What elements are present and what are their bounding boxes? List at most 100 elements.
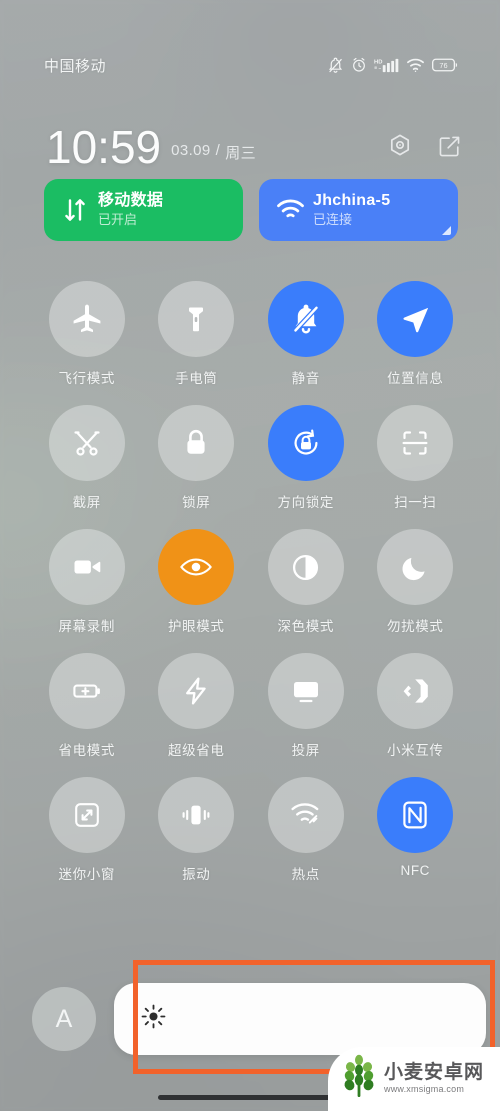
- toggle-rotation-lock[interactable]: 方向锁定: [251, 405, 361, 511]
- vibrate-icon: [179, 798, 213, 832]
- rotation-lock-icon: [289, 426, 323, 460]
- battery-icon: 76: [432, 58, 458, 72]
- screenshot-icon: [71, 427, 103, 459]
- wifi-icon: [273, 198, 307, 222]
- toggle-label: 投屏: [291, 743, 320, 758]
- toggle-circle: [267, 529, 344, 605]
- toggle-label: 扫一扫: [394, 495, 437, 510]
- lock-icon: [180, 427, 212, 459]
- mobile-data-card[interactable]: 移动数据 已开启: [44, 179, 243, 241]
- toggle-label: 小米互传: [387, 743, 444, 758]
- toggle-battery-saver[interactable]: 省电模式: [32, 653, 142, 759]
- bolt-icon: [180, 675, 212, 707]
- clock-actions: [387, 133, 462, 164]
- toggle-circle: [158, 653, 235, 729]
- toggle-screen-record[interactable]: 屏幕录制: [32, 529, 142, 635]
- svg-text:HD: HD: [374, 59, 382, 65]
- nfc-icon: [398, 798, 432, 832]
- watermark-title: 小麦安卓网: [384, 1062, 485, 1084]
- toggle-label: 截屏: [72, 495, 101, 510]
- bell-off-icon: [289, 302, 323, 336]
- status-bar: 中国移动 HD 76: [0, 52, 500, 78]
- toggle-circle: [377, 281, 454, 357]
- toggle-flashlight[interactable]: 手电筒: [142, 281, 252, 387]
- data-arrows-icon: [58, 197, 92, 223]
- toggle-label: 位置信息: [387, 371, 444, 386]
- sun-icon: [140, 1003, 167, 1035]
- contrast-icon: [289, 551, 322, 584]
- toggle-circle: [158, 281, 235, 357]
- watermark: 小麦安卓网 www.xmsigma.com: [328, 1047, 500, 1111]
- toggle-nfc[interactable]: NFC: [361, 777, 471, 883]
- toggle-label: 深色模式: [277, 619, 334, 634]
- toggle-circle: [48, 653, 125, 729]
- date-value: 03.09: [171, 142, 211, 159]
- hotspot-icon: [289, 799, 323, 831]
- toggle-airplane-mode[interactable]: 飞行模式: [32, 281, 142, 387]
- toggle-label: 省电模式: [58, 743, 115, 758]
- toggle-silent[interactable]: 静音: [251, 281, 361, 387]
- status-icon-group: HD 76: [327, 57, 458, 74]
- toggle-circle: [267, 405, 344, 481]
- wifi-status: 已连接: [313, 211, 353, 227]
- toggle-dark-mode[interactable]: 深色模式: [251, 529, 361, 635]
- clock-time[interactable]: 10:59: [46, 124, 161, 170]
- edit-icon[interactable]: [437, 134, 462, 164]
- toggle-label: 护眼模式: [168, 619, 225, 634]
- weekday-value: 周三: [225, 145, 257, 162]
- watermark-url: www.xmsigma.com: [384, 1084, 465, 1095]
- wifi-card[interactable]: Jhchina-5 已连接: [259, 179, 458, 241]
- toggle-circle: [48, 777, 125, 853]
- quick-settings-panel: 中国移动 HD 76 10:59 03.09 / 周三 移动数据 已开启 Jhc…: [0, 0, 500, 1111]
- clock-date: 03.09 / 周三: [171, 142, 256, 163]
- toggle-hotspot[interactable]: 热点: [251, 777, 361, 883]
- toggle-lock-screen[interactable]: 锁屏: [142, 405, 252, 511]
- toggle-circle: [267, 653, 344, 729]
- scan-icon: [399, 427, 431, 459]
- toggle-label: 热点: [291, 867, 320, 882]
- toggle-label: 飞行模式: [58, 371, 115, 386]
- carrier-label: 中国移动: [44, 57, 107, 75]
- auto-brightness-button[interactable]: A: [32, 987, 96, 1051]
- toggle-do-not-disturb[interactable]: 勿扰模式: [361, 529, 471, 635]
- toggle-circle: [377, 529, 454, 605]
- toggle-mini-window[interactable]: 迷你小窗: [32, 777, 142, 883]
- toggle-circle: [158, 529, 235, 605]
- toggle-circle: [267, 281, 344, 357]
- toggle-vibrate[interactable]: 振动: [142, 777, 252, 883]
- clock-row: 10:59 03.09 / 周三: [46, 112, 462, 170]
- toggle-ultra-battery-saver[interactable]: 超级省电: [142, 653, 252, 759]
- mobile-data-title: 移动数据: [98, 192, 164, 210]
- toggle-cast[interactable]: 投屏: [251, 653, 361, 759]
- cast-screen-icon: [289, 674, 323, 708]
- wheat-icon: [338, 1054, 380, 1105]
- toggle-circle: [267, 777, 344, 853]
- moon-icon: [399, 551, 431, 583]
- toggle-circle: [377, 777, 454, 853]
- toggle-label: 锁屏: [182, 495, 211, 510]
- gear-icon[interactable]: [387, 133, 413, 164]
- battery-plus-icon: [70, 674, 104, 708]
- toggle-circle: [377, 405, 454, 481]
- toggle-eye-care[interactable]: 护眼模式: [142, 529, 252, 635]
- toggle-label: 勿扰模式: [387, 619, 444, 634]
- toggle-location[interactable]: 位置信息: [361, 281, 471, 387]
- mobile-data-status: 已开启: [98, 211, 138, 227]
- toggle-label: 超级省电: [168, 743, 225, 758]
- brightness-slider[interactable]: [114, 983, 486, 1055]
- toggle-scan[interactable]: 扫一扫: [361, 405, 471, 511]
- toggle-circle: [48, 405, 125, 481]
- home-indicator[interactable]: [158, 1095, 344, 1100]
- alarm-icon: [351, 57, 367, 73]
- toggle-mi-share[interactable]: 小米互传: [361, 653, 471, 759]
- toggle-circle: [48, 529, 125, 605]
- toggle-circle: [158, 405, 235, 481]
- date-separator: /: [215, 142, 221, 159]
- toggle-label: 手电筒: [175, 371, 218, 386]
- wifi-icon: [406, 57, 425, 73]
- video-camera-icon: [70, 550, 104, 584]
- wifi-ssid: Jhchina-5: [313, 192, 391, 210]
- toggle-screenshot[interactable]: 截屏: [32, 405, 142, 511]
- expand-corner-icon[interactable]: [442, 226, 451, 235]
- toggle-grid: 飞行模式 手电筒 静音 位置信息 截屏 锁屏 方向锁定 扫一扫 屏幕录制 护眼模…: [32, 281, 470, 883]
